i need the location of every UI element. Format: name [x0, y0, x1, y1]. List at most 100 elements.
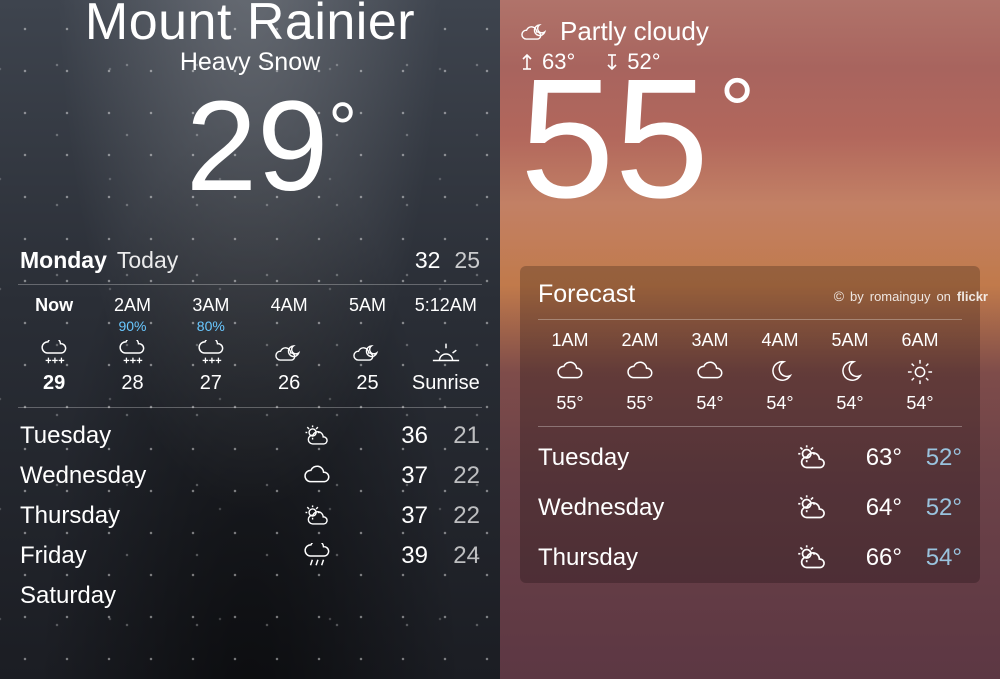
hour-temp: 54°: [818, 393, 882, 414]
hour-cell[interactable]: 3AM 80% 27: [175, 295, 247, 395]
hour-time: 4AM: [253, 295, 325, 316]
hour-cell[interactable]: 4AM 54°: [748, 330, 812, 414]
hour-time: 5AM: [818, 330, 882, 351]
daily-row[interactable]: Saturday: [18, 576, 482, 616]
weather-panel-left: Mount Rainier Heavy Snow 29° Monday Toda…: [0, 0, 500, 679]
hour-cell[interactable]: 1AM 55°: [538, 330, 602, 414]
current-temperature: 29°: [186, 83, 328, 211]
degree-symbol: °: [328, 93, 357, 165]
hour-time: 7AM: [958, 330, 962, 351]
daily-high: 64°: [842, 494, 902, 522]
hour-time: 3AM: [678, 330, 742, 351]
hour-temp: 54°: [958, 393, 962, 414]
daily-day: Thursday: [20, 502, 257, 530]
sun-icon: [905, 359, 935, 385]
daily-row[interactable]: Wednesday 37 22: [18, 456, 482, 496]
partly-sunny-icon: [794, 543, 830, 573]
precip-pct: [331, 318, 403, 334]
daily-day: Wednesday: [538, 494, 782, 522]
hour-temp: 54°: [748, 393, 812, 414]
hour-cell[interactable]: 2AM 90% 28: [96, 295, 168, 395]
hour-cell[interactable]: 4AM 26: [253, 295, 325, 395]
hour-temp: Sunrise: [410, 372, 482, 395]
today-row: Monday Today 32 25: [18, 233, 482, 285]
moon-icon: [765, 359, 795, 385]
precip-pct: [410, 318, 482, 334]
temp-value: 55: [520, 44, 709, 234]
daily-high: 37: [376, 462, 428, 490]
today-label: Today: [117, 247, 178, 274]
hour-cell[interactable]: 7AM 54°: [958, 330, 962, 414]
partly-sunny-icon: [794, 493, 830, 523]
hour-time: 1AM: [538, 330, 602, 351]
credit-user: romainguy: [870, 289, 931, 304]
daily-low: 24: [428, 542, 480, 570]
daily-row[interactable]: Tuesday 63° 52°: [538, 433, 962, 483]
daily-forecast[interactable]: Tuesday 63° 52° Wednesday 64° 52° Thursd…: [538, 427, 962, 583]
hour-temp: 29: [18, 372, 90, 395]
daily-low: 52°: [902, 444, 962, 472]
hour-temp: 28: [96, 372, 168, 395]
hour-time: 2AM: [96, 295, 168, 316]
daily-high: 39: [376, 542, 428, 570]
partly-sunny-icon: [794, 443, 830, 473]
daily-forecast[interactable]: Tuesday 36 21 Wednesday 37 22 Thursday 3…: [18, 408, 482, 616]
today-high: 32: [415, 247, 441, 274]
hour-time: 5:12AM: [410, 295, 482, 316]
credit-by: by: [850, 289, 864, 304]
daily-day: Wednesday: [20, 462, 257, 490]
weather-condition: Heavy Snow: [18, 48, 482, 77]
daily-low: 21: [428, 422, 480, 450]
hour-time: 4AM: [748, 330, 812, 351]
precip-pct: 80%: [175, 318, 247, 334]
daily-row[interactable]: Thursday 37 22: [18, 496, 482, 536]
current-temperature: 55°: [520, 67, 709, 212]
daily-day: Tuesday: [20, 422, 257, 450]
location-name: Mount Rainier: [18, 0, 482, 52]
hourly-forecast[interactable]: Now 29 2AM 90% 28 3AM 80% 27 4AM 26 5AM …: [18, 285, 482, 408]
hourly-forecast[interactable]: 1AM 55° 2AM 55° 3AM 54° 4AM 54° 5AM 54° …: [538, 320, 962, 426]
precip-pct: [18, 318, 90, 334]
daily-low: 54°: [902, 544, 962, 572]
daily-day: Friday: [20, 542, 257, 570]
daily-high: 63°: [842, 444, 902, 472]
hour-cell[interactable]: 3AM 54°: [678, 330, 742, 414]
hour-time: 6AM: [888, 330, 952, 351]
temp-value: 29: [186, 75, 328, 218]
hour-time: Now: [18, 295, 90, 316]
hour-cell[interactable]: 5AM 54°: [818, 330, 882, 414]
hour-cell[interactable]: 6AM 54°: [888, 330, 952, 414]
rain-icon: [302, 543, 332, 569]
daily-row[interactable]: Thursday 66° 54°: [538, 533, 962, 583]
cloud-night-icon: [352, 340, 382, 366]
hour-temp: 55°: [608, 393, 672, 414]
copyright-icon: ©: [834, 288, 844, 304]
today-low: 25: [454, 247, 480, 274]
snow-icon: [39, 340, 69, 366]
cloud-icon: [695, 359, 725, 385]
credit-site: flickr: [957, 289, 988, 304]
hour-cell[interactable]: 5AM 25: [331, 295, 403, 395]
hour-cell[interactable]: Now 29: [18, 295, 90, 395]
hour-cell[interactable]: 2AM 55°: [608, 330, 672, 414]
daily-high: 37: [376, 502, 428, 530]
hour-time: 3AM: [175, 295, 247, 316]
hour-cell[interactable]: 5:12AM Sunrise: [410, 295, 482, 395]
daily-high: 36: [376, 422, 428, 450]
daily-day: Tuesday: [538, 444, 782, 472]
precip-pct: 90%: [96, 318, 168, 334]
daily-row[interactable]: Friday 39 24: [18, 536, 482, 576]
daily-row[interactable]: Tuesday 36 21: [18, 416, 482, 456]
hour-temp: 27: [175, 372, 247, 395]
snow-icon: [117, 340, 147, 366]
cloud-icon: [302, 463, 332, 489]
daily-row[interactable]: Wednesday 64° 52°: [538, 483, 962, 533]
partly-sunny-icon: [302, 423, 332, 449]
hour-temp: 54°: [888, 393, 952, 414]
moon-icon: [835, 359, 865, 385]
daily-high: 66°: [842, 544, 902, 572]
hour-time: 2AM: [608, 330, 672, 351]
degree-symbol: °: [719, 73, 755, 150]
snow-icon: [196, 340, 226, 366]
photo-credit[interactable]: © by romainguy on flickr: [834, 288, 988, 304]
